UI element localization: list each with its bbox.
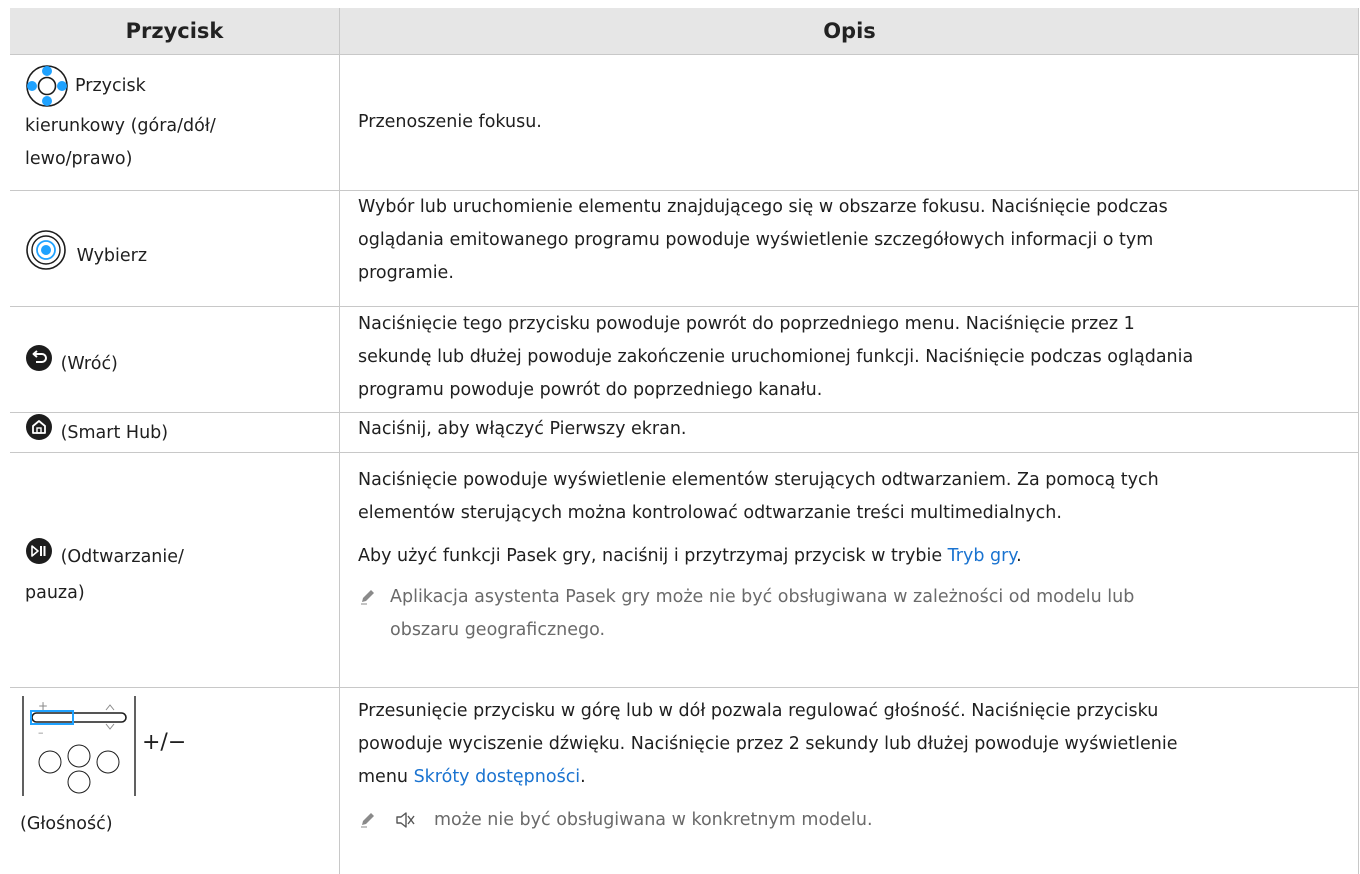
- volume-rocker-icon: + –: [20, 696, 138, 808]
- table-row-smart-hub: (Smart Hub): [25, 413, 325, 453]
- column-header-button: Przycisk: [10, 8, 339, 54]
- remote-buttons-table: Przycisk Opis Przycisk kierunkowy (góra/…: [10, 8, 1359, 874]
- row-description: Przesunięcie przycisku w górę lub w dół …: [358, 695, 1348, 837]
- mute-icon: [394, 809, 416, 843]
- note: Aplikacja asystenta Pasek gry może nie b…: [358, 581, 1348, 647]
- pencil-note-icon: [358, 585, 378, 618]
- button-name-line: lewo/prawo): [25, 149, 133, 169]
- home-icon: [25, 413, 53, 453]
- table-row-back: (Wróć): [25, 344, 325, 384]
- button-name: Przycisk: [75, 76, 146, 96]
- link-accessibility-shortcuts[interactable]: Skróty dostępności: [414, 767, 581, 787]
- button-name: (Odtwarzanie/: [60, 546, 184, 567]
- column-header-description: Opis: [340, 8, 1359, 54]
- select-button-icon: [25, 229, 67, 283]
- row-description: Naciśnij, aby włączyć Pierwszy ekran.: [358, 419, 687, 439]
- table-row-volume: + – +/− (Głośność): [20, 696, 320, 841]
- directional-pad-icon: [25, 64, 69, 120]
- link-game-mode[interactable]: Tryb gry: [948, 546, 1017, 566]
- table-row-select: Wybierz: [25, 229, 325, 283]
- table-row-play-pause: (Odtwarzanie/ pauza): [25, 537, 325, 610]
- row-description: Wybór lub uruchomienie elementu znajdują…: [358, 197, 1168, 283]
- svg-text:–: –: [38, 726, 44, 739]
- back-arrow-icon: [25, 344, 53, 384]
- button-name: (Wróć): [60, 353, 118, 374]
- pencil-note-icon: [358, 808, 378, 841]
- row-description: Naciśnięcie tego przycisku powoduje powr…: [358, 314, 1194, 400]
- button-name: Wybierz: [76, 245, 148, 266]
- play-pause-icon: [25, 537, 53, 577]
- button-name-line: kierunkowy (góra/dół/: [25, 116, 216, 136]
- button-name: (Głośność): [20, 814, 113, 834]
- row-description: Przenoszenie fokusu.: [358, 112, 542, 132]
- volume-plus-minus-label: +/−: [142, 730, 187, 755]
- button-name: (Smart Hub): [60, 422, 169, 443]
- row-description: Naciśnięcie powoduje wyświetlenie elemen…: [358, 464, 1348, 647]
- button-name-line: pauza): [25, 583, 85, 603]
- note: może nie być obsługiwana w konkretnym mo…: [358, 804, 1348, 837]
- table-row-directional: Przycisk kierunkowy (góra/dół/ lewo/praw…: [25, 65, 325, 176]
